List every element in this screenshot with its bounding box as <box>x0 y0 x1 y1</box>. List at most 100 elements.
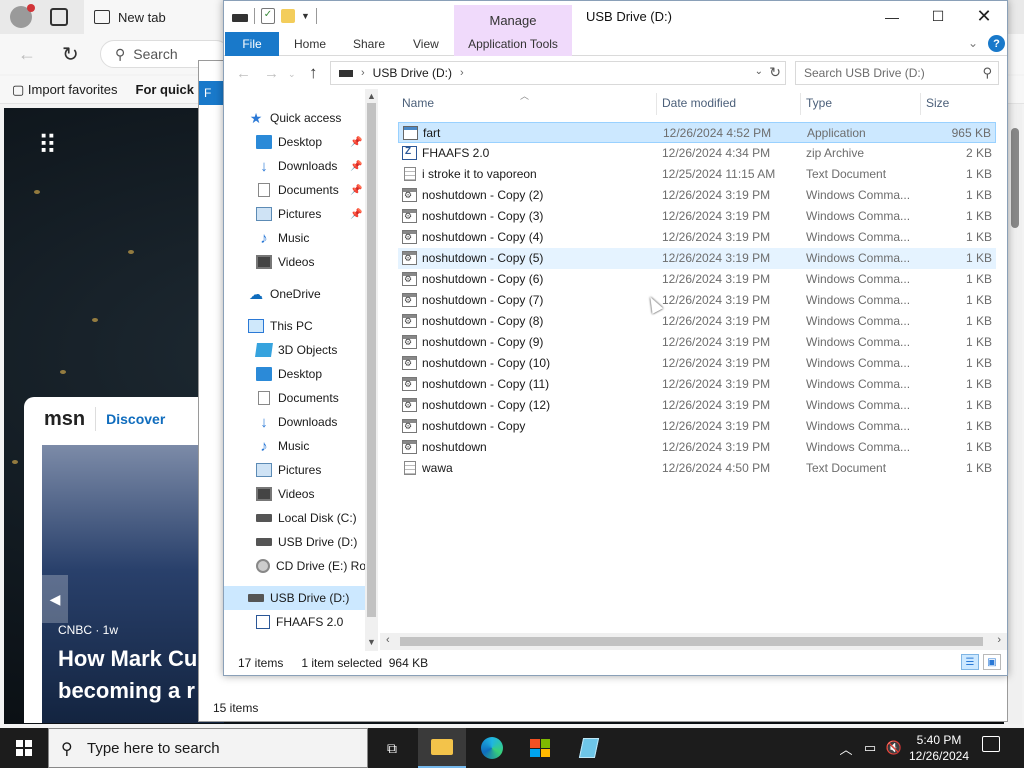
nav-usb-drive-d[interactable]: USB Drive (D:) <box>224 530 378 554</box>
taskbar-store[interactable] <box>516 728 564 768</box>
nav-documents-pinned[interactable]: Documents 📌 <box>224 178 378 202</box>
details-view-icon[interactable]: ☰ <box>961 654 979 670</box>
column-header-name[interactable]: Name <box>402 89 434 117</box>
minimize-button[interactable]: — <box>869 1 915 32</box>
start-button[interactable] <box>0 728 48 768</box>
file-row[interactable]: noshutdown - Copy (3) 12/26/2024 3:19 PM W… <box>398 206 996 227</box>
file-row[interactable]: noshutdown - Copy (2) 12/26/2024 3:19 PM W… <box>398 185 996 206</box>
file-row[interactable]: noshutdown - Copy (10) 12/26/2024 3:19 PM… <box>398 353 996 374</box>
scrollbar-thumb[interactable] <box>400 637 983 646</box>
scroll-down-icon[interactable]: ▼ <box>367 637 376 647</box>
new-folder-icon[interactable] <box>281 9 295 23</box>
tab-file[interactable]: File <box>225 32 279 56</box>
file-row[interactable]: i stroke it to vaporeon 12/25/2024 11:15 … <box>398 164 996 185</box>
nav-onedrive[interactable]: ☁ OneDrive <box>224 282 378 306</box>
notification-center-icon[interactable] <box>982 736 1000 752</box>
column-header-type[interactable]: Type <box>806 89 832 117</box>
favorite-quick[interactable]: For quick <box>136 82 195 97</box>
file-row[interactable]: FHAAFS 2.0 12/26/2024 4:34 PM zip Archive 2… <box>398 143 996 164</box>
nav-pictures-pinned[interactable]: Pictures 📌 <box>224 202 378 226</box>
network-icon[interactable]: ▭ <box>860 728 880 768</box>
nav-this-pc[interactable]: This PC <box>224 314 378 338</box>
taskbar-file-explorer[interactable] <box>418 728 466 768</box>
clock[interactable]: 5:40 PM 12/26/2024 <box>900 732 978 764</box>
column-divider[interactable] <box>920 93 921 115</box>
file-row[interactable]: noshutdown - Copy (9) 12/26/2024 3:19 PM W… <box>398 332 996 353</box>
favorite-import[interactable]: ▢ Import favorites <box>12 82 118 98</box>
column-divider[interactable] <box>656 93 657 115</box>
file-row[interactable]: noshutdown - Copy (4) 12/26/2024 3:19 PM W… <box>398 227 996 248</box>
customize-toolbar-icon[interactable]: ▼ <box>301 11 310 21</box>
back-arrow-icon[interactable]: ← <box>236 65 251 82</box>
file-row[interactable]: noshutdown - Copy (5) 12/26/2024 3:19 PM W… <box>398 248 996 269</box>
horizontal-scrollbar[interactable]: ‹ › <box>380 633 1007 650</box>
expand-ribbon-icon[interactable]: ⌄ <box>968 36 978 50</box>
forward-arrow-icon[interactable]: → <box>264 65 279 82</box>
nav-pane-scrollbar[interactable]: ▲ ▼ <box>365 89 378 651</box>
tab-actions-icon[interactable] <box>50 8 68 26</box>
column-header-date[interactable]: Date modified <box>662 89 736 117</box>
taskbar-notepad[interactable] <box>565 728 613 768</box>
scroll-up-icon[interactable]: ▲ <box>367 91 376 101</box>
nav-music-pc[interactable]: ♪ Music <box>224 434 378 458</box>
nav-fhaafs[interactable]: FHAAFS 2.0 <box>224 610 378 634</box>
scroll-right-icon[interactable]: › <box>997 634 1001 646</box>
search-icon[interactable]: ⚲ <box>982 65 992 81</box>
help-icon[interactable]: ? <box>988 35 1005 52</box>
taskbar-edge[interactable] <box>468 728 516 768</box>
scroll-left-icon[interactable]: ‹ <box>386 634 390 646</box>
file-row[interactable]: wawa 12/26/2024 4:50 PM Text Document 1 KB <box>398 458 996 479</box>
recent-locations-icon[interactable]: ⌄ <box>288 69 296 80</box>
file-row[interactable]: fart 12/26/2024 4:52 PM Application 965 KB <box>398 122 996 143</box>
news-story-card[interactable]: ◀ CNBC · 1w How Mark Cu becoming a r <box>42 445 224 723</box>
nav-desktop[interactable]: Desktop <box>224 362 378 386</box>
file-row[interactable]: noshutdown - Copy (12) 12/26/2024 3:19 PM… <box>398 395 996 416</box>
nav-videos-pc[interactable]: Videos <box>224 482 378 506</box>
large-icons-view-icon[interactable]: ▣ <box>983 654 1001 670</box>
file-row[interactable]: noshutdown - Copy 12/26/2024 3:19 PM Windo… <box>398 416 996 437</box>
close-button[interactable]: ✕ <box>961 1 1007 32</box>
tab-application-tools[interactable]: Application Tools <box>454 32 572 56</box>
chevron-down-icon[interactable]: ⌄ <box>755 66 763 77</box>
nav-local-disk-c[interactable]: Local Disk (C:) <box>224 506 378 530</box>
tab-home[interactable]: Home <box>294 32 326 56</box>
scrollbar-thumb[interactable] <box>1011 128 1019 228</box>
address-path[interactable]: USB Drive (D:) <box>373 66 452 80</box>
back-arrow-icon[interactable]: ← <box>18 44 36 65</box>
address-field[interactable]: › USB Drive (D:) › ⌄ ↻ <box>330 61 786 85</box>
file-row[interactable]: noshutdown 12/26/2024 3:19 PM Windows Comm… <box>398 437 996 458</box>
previous-story-icon[interactable]: ◀ <box>42 575 68 623</box>
nav-downloads-pinned[interactable]: ↓ Downloads 📌 <box>224 154 378 178</box>
search-input[interactable]: Search USB Drive (D:) ⚲ <box>795 61 999 85</box>
nav-videos[interactable]: Videos <box>224 250 378 274</box>
nav-music[interactable]: ♪ Music <box>224 226 378 250</box>
scrollbar-thumb[interactable] <box>367 103 376 617</box>
nav-3d-objects[interactable]: 3D Objects <box>224 338 378 362</box>
file-row[interactable]: noshutdown - Copy (6) 12/26/2024 3:19 PM W… <box>398 269 996 290</box>
column-divider[interactable] <box>800 93 801 115</box>
nav-usb-drive-d-root[interactable]: USB Drive (D:) <box>224 586 365 610</box>
nav-documents[interactable]: Documents <box>224 386 378 410</box>
browser-scrollbar[interactable] <box>1008 104 1022 724</box>
nav-desktop-pinned[interactable]: Desktop 📌 <box>224 130 378 154</box>
column-header-size[interactable]: Size <box>926 89 949 117</box>
tab-share[interactable]: Share <box>353 32 385 56</box>
profile-avatar[interactable] <box>10 4 35 28</box>
nav-cd-drive-e[interactable]: CD Drive (E:) Roc <box>224 554 378 578</box>
file-row[interactable]: noshutdown - Copy (7) 12/26/2024 3:19 PM W… <box>398 290 996 311</box>
tab-view[interactable]: View <box>413 32 439 56</box>
nav-pictures[interactable]: Pictures <box>224 458 378 482</box>
file-row[interactable]: noshutdown - Copy (11) 12/26/2024 3:19 PM… <box>398 374 996 395</box>
discover-link[interactable]: Discover <box>106 411 165 427</box>
chevron-right-icon[interactable]: › <box>460 67 464 79</box>
show-hidden-icons-icon[interactable]: ︿ <box>836 728 856 768</box>
browser-tab[interactable]: New tab <box>84 0 224 34</box>
reload-icon[interactable]: ↻ <box>62 42 79 67</box>
taskbar-search-box[interactable]: ⚲ Type here to search <box>48 728 368 768</box>
chevron-right-icon[interactable]: › <box>361 67 365 79</box>
apps-grid-icon[interactable]: ⠿ <box>38 130 59 161</box>
properties-icon[interactable]: ✓ <box>261 8 275 24</box>
up-arrow-icon[interactable]: ↑ <box>309 63 318 83</box>
file-row[interactable]: noshutdown - Copy (8) 12/26/2024 3:19 PM W… <box>398 311 996 332</box>
refresh-icon[interactable]: ↻ <box>769 64 781 81</box>
